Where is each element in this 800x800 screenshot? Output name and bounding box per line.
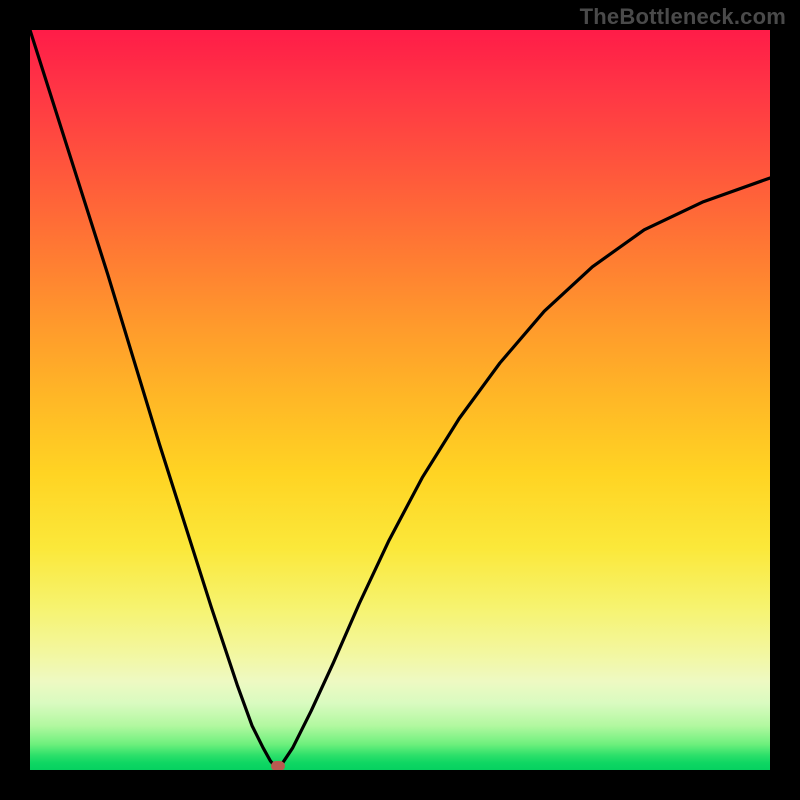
minimum-marker — [271, 761, 285, 770]
plot-area — [30, 30, 770, 770]
bottleneck-curve — [30, 30, 770, 770]
watermark-text: TheBottleneck.com — [580, 4, 786, 30]
chart-frame: TheBottleneck.com — [0, 0, 800, 800]
